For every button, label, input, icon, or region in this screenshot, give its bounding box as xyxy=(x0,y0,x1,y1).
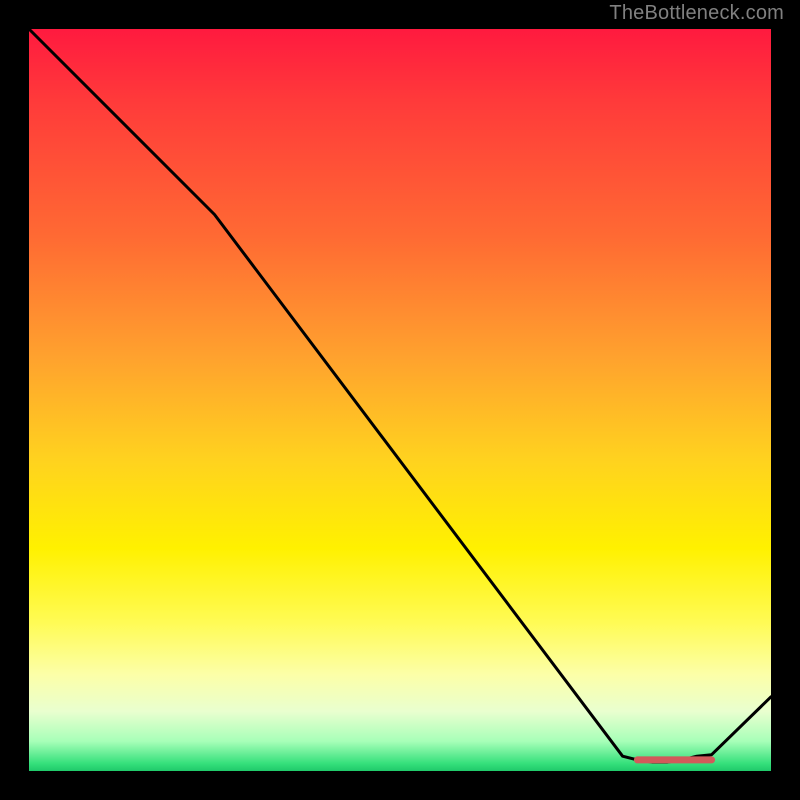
chart-stage: TheBottleneck.com xyxy=(0,0,800,800)
watermark-text: TheBottleneck.com xyxy=(609,2,784,25)
plot-area xyxy=(29,29,771,771)
curve-line xyxy=(29,29,771,762)
plot-svg xyxy=(29,29,771,771)
